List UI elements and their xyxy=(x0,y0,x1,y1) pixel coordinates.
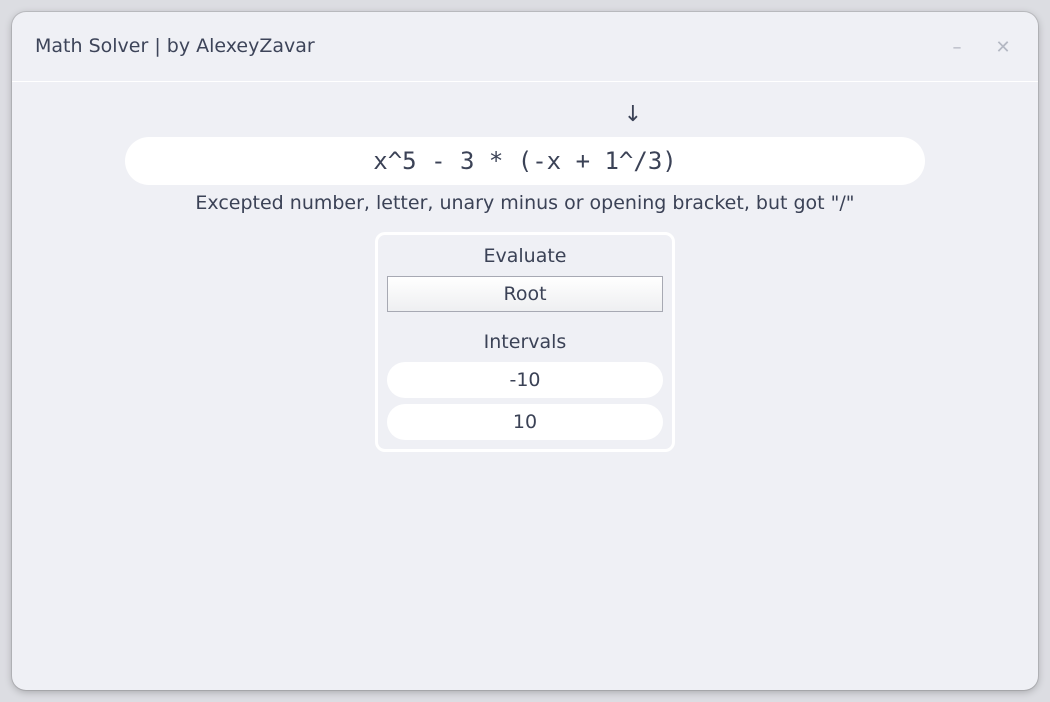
interval-from-input[interactable] xyxy=(387,362,663,398)
evaluate-mode-select[interactable]: Root xyxy=(387,276,663,312)
title-bar: Math Solver | by AlexeyZavar – ✕ xyxy=(12,12,1038,82)
main-content: ↓ Excepted number, letter, unary minus o… xyxy=(12,82,1038,689)
error-message: Excepted number, letter, unary minus or … xyxy=(195,192,855,214)
arrow-down-icon: ↓ xyxy=(623,102,643,127)
options-panel: Evaluate Root Intervals xyxy=(375,232,675,452)
interval-to-input[interactable] xyxy=(387,404,663,440)
close-icon[interactable]: ✕ xyxy=(991,36,1015,60)
evaluate-label: Evaluate xyxy=(483,245,567,267)
window-title: Math Solver | by AlexeyZavar xyxy=(35,35,315,57)
intervals-label: Intervals xyxy=(483,331,567,353)
minimize-icon[interactable]: – xyxy=(945,36,969,60)
app-window: Math Solver | by AlexeyZavar – ✕ ↓ Excep… xyxy=(12,12,1038,690)
expression-input[interactable] xyxy=(125,137,925,185)
